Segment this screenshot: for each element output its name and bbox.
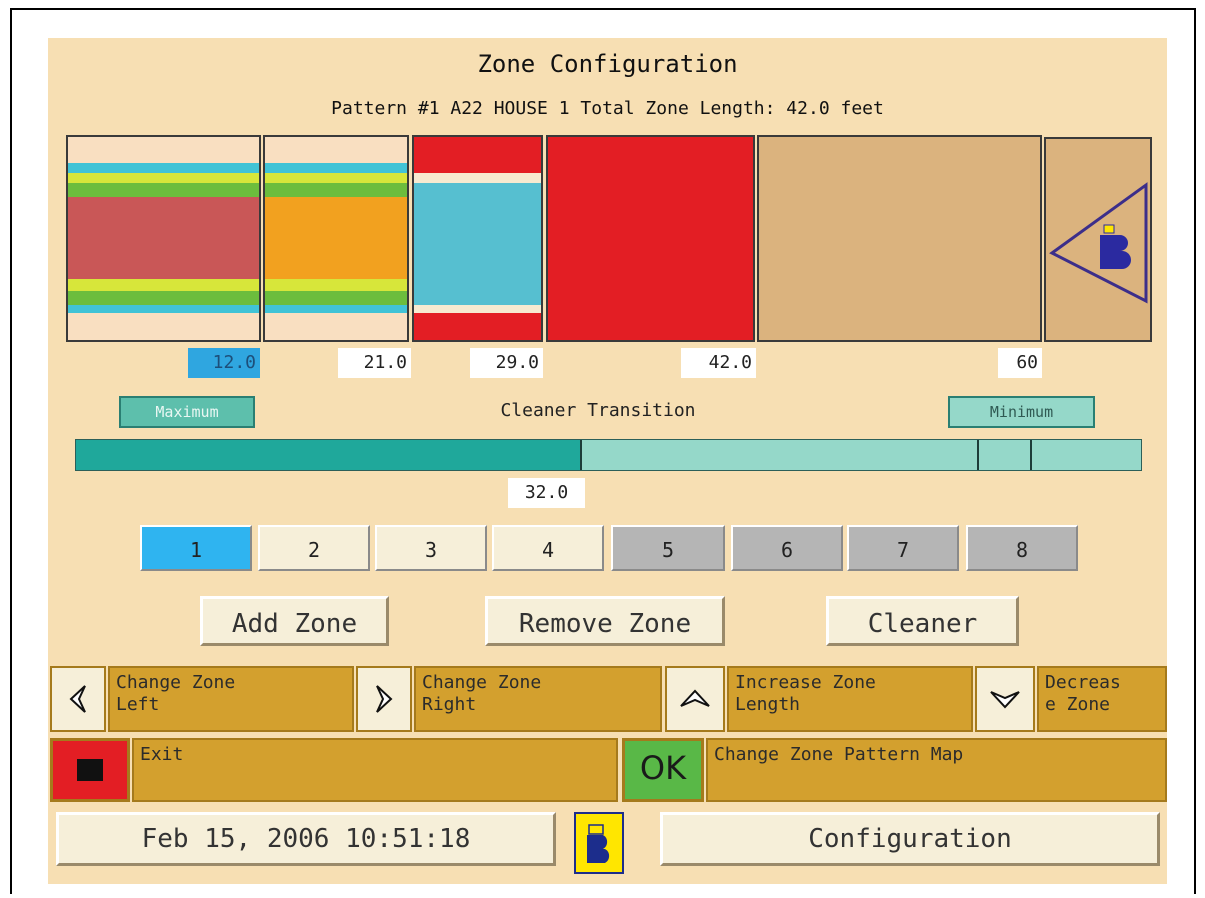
tab-2[interactable]: 2 <box>258 525 370 571</box>
zone-end-marker <box>1044 137 1152 342</box>
decrease-length-button[interactable] <box>975 666 1035 732</box>
zone-2[interactable] <box>263 135 409 342</box>
cleaner-transition-title: Cleaner Transition <box>500 400 696 421</box>
change-left-button[interactable] <box>50 666 106 732</box>
page-title: Zone Configuration <box>477 50 738 78</box>
slider-tick <box>977 440 979 470</box>
tab-6[interactable]: 6 <box>731 525 843 571</box>
zone-4[interactable] <box>546 135 755 342</box>
zone-remaining <box>757 135 1042 342</box>
tab-8[interactable]: 8 <box>966 525 1078 571</box>
tab-3[interactable]: 3 <box>375 525 487 571</box>
tab-1[interactable]: 1 <box>140 525 252 571</box>
chevron-left-icon <box>69 685 86 713</box>
screen-name-display: Configuration <box>660 812 1160 866</box>
exit-button[interactable] <box>50 738 130 802</box>
datetime-display: Feb 15, 2006 10:51:18 <box>56 812 556 866</box>
minimum-label: Minimum <box>948 396 1095 428</box>
transition-value: 32.0 <box>508 478 585 508</box>
decrease-zone-label: Decreas e Zone <box>1037 666 1167 732</box>
ok-button[interactable]: OK <box>622 738 704 802</box>
chevron-down-icon <box>990 691 1020 709</box>
zone-1[interactable] <box>66 135 261 342</box>
transition-slider[interactable] <box>75 439 1142 471</box>
chevron-right-icon <box>376 685 393 713</box>
tab-4[interactable]: 4 <box>492 525 604 571</box>
maximum-label: Maximum <box>119 396 255 428</box>
cleaner-button[interactable]: Cleaner <box>826 596 1019 646</box>
tab-7[interactable]: 7 <box>847 525 959 571</box>
brand-logo-button[interactable] <box>574 812 624 874</box>
direction-arrow-icon <box>1049 182 1148 304</box>
change-zone-left-label: Change Zone Left <box>108 666 354 732</box>
transition-slider-fill <box>76 440 582 470</box>
zone-marker-21: 21.0 <box>338 348 411 378</box>
exit-label: Exit <box>132 738 618 802</box>
add-zone-button[interactable]: Add Zone <box>200 596 389 646</box>
zone-marker-29: 29.0 <box>470 348 543 378</box>
change-right-button[interactable] <box>356 666 412 732</box>
increase-length-button[interactable] <box>665 666 725 732</box>
remove-zone-button[interactable]: Remove Zone <box>485 596 725 646</box>
slider-tick <box>1030 440 1032 470</box>
zone-3[interactable] <box>412 135 543 342</box>
zone-marker-60: 60 <box>998 348 1042 378</box>
change-zone-right-label: Change Zone Right <box>414 666 662 732</box>
tab-5[interactable]: 5 <box>611 525 725 571</box>
increase-zone-length-label: Increase Zone Length <box>727 666 973 732</box>
stop-icon <box>77 759 103 781</box>
zone-configuration-panel: Zone Configuration Pattern #1 A22 HOUSE … <box>48 38 1167 884</box>
zone-marker-42: 42.0 <box>681 348 756 378</box>
brand-logo-icon <box>587 824 610 863</box>
change-zone-pattern-map-label: Change Zone Pattern Map <box>706 738 1167 802</box>
zone-marker-12: 12.0 <box>188 348 260 378</box>
chevron-up-icon <box>680 689 710 707</box>
pattern-subtitle: Pattern #1 A22 HOUSE 1 Total Zone Length… <box>331 98 884 119</box>
